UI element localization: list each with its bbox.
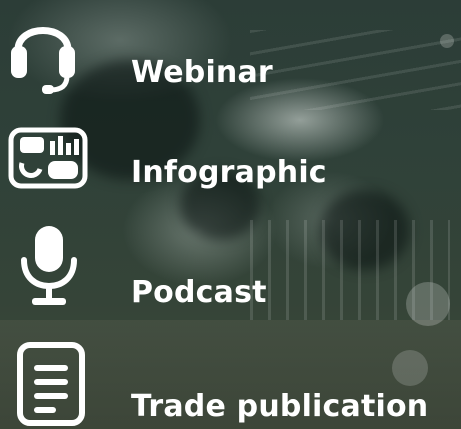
item-label-podcast: Podcast bbox=[131, 275, 267, 310]
bokeh-dot bbox=[406, 282, 450, 326]
bokeh-dot bbox=[392, 350, 428, 386]
item-label-infographic: Infographic bbox=[131, 155, 327, 190]
item-label-trade-publication: Trade publication bbox=[131, 389, 429, 424]
item-label-webinar: Webinar bbox=[131, 55, 273, 90]
microphone-icon bbox=[21, 226, 77, 305]
bokeh-dot bbox=[440, 34, 454, 48]
headset-icon bbox=[11, 27, 75, 94]
infographic-icon bbox=[8, 127, 88, 189]
media-types-banner: Webinar Infographic Podcast Trade public… bbox=[0, 0, 461, 429]
document-icon bbox=[17, 342, 85, 426]
barn-roof-lines bbox=[250, 30, 461, 110]
